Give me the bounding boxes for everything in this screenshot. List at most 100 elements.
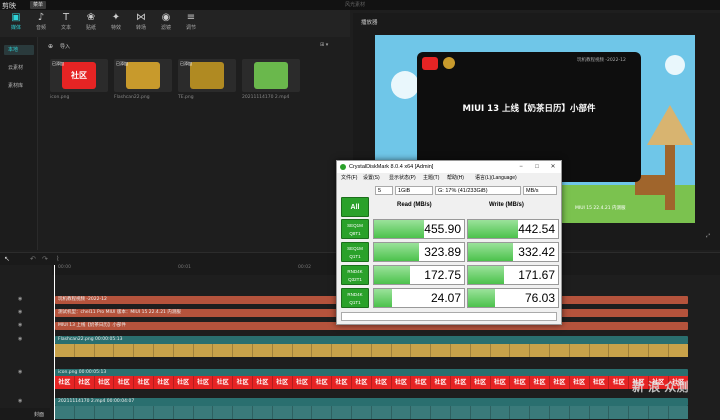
thumbnail-image: 社区 — [62, 62, 96, 89]
sort-icon[interactable]: ⊞ ▾ — [320, 42, 328, 48]
track-eye-icon[interactable]: ◉ — [18, 336, 22, 342]
test-queue: Q8T1 — [349, 231, 361, 236]
tool-2[interactable]: T 文本 — [54, 12, 78, 36]
strip-frame: 社区 — [570, 376, 590, 389]
strip-frame — [75, 344, 95, 357]
tool-4[interactable]: ✦ 特效 — [104, 12, 128, 36]
test-button[interactable]: SEQ1M Q1T1 — [341, 242, 369, 262]
clip-strip[interactable] — [55, 406, 688, 419]
comment-field[interactable] — [341, 312, 557, 321]
cover-area[interactable]: 封面 — [0, 408, 50, 420]
tool-icon: ◉ — [161, 12, 171, 23]
media-name: TE.png — [178, 95, 194, 100]
strip-frame — [95, 344, 115, 357]
maximize-button[interactable]: □ — [529, 161, 545, 173]
track-eye-icon[interactable]: ◉ — [18, 398, 22, 404]
import-icon[interactable]: ⊕ — [48, 43, 53, 50]
test-name: RND4K — [347, 292, 363, 297]
strip-frame: 社区 — [134, 376, 154, 389]
tool-icon: ▣ — [11, 12, 21, 23]
strip-frame — [194, 344, 214, 357]
sidebar-item[interactable]: 本地 — [4, 45, 34, 55]
media-thumbnail[interactable]: 社区 已添加 — [50, 59, 108, 92]
menu-file[interactable]: 文件(F) — [341, 173, 357, 183]
split-icon[interactable]: ⌇ — [56, 255, 59, 263]
strip-frame — [550, 406, 570, 419]
strip-frame — [293, 406, 313, 419]
strip-frame — [530, 344, 550, 357]
strip-frame: 社区 — [154, 376, 174, 389]
strip-frame: 社区 — [431, 376, 451, 389]
strip-frame — [411, 406, 432, 419]
strip-frame — [471, 344, 491, 357]
test-queue: Q1T1 — [349, 300, 361, 305]
all-button[interactable]: All — [341, 197, 369, 217]
drive-select[interactable]: G: 17% (41/233GiB) — [435, 186, 521, 195]
timeline-clip[interactable]: Flashcan22.png 00:00:05:13 — [55, 336, 688, 344]
strip-frame — [352, 344, 372, 357]
test-button[interactable]: SEQ1M Q8T1 — [341, 219, 369, 239]
sidebar-item[interactable]: 云素材 — [4, 63, 34, 73]
menu-settings[interactable]: 设置(S) — [363, 173, 380, 183]
strip-frame — [114, 344, 135, 357]
size-select[interactable]: 1GiB — [395, 186, 433, 195]
menu-theme[interactable]: 主题(T) — [423, 173, 439, 183]
redo-icon[interactable]: ↷ — [42, 255, 48, 263]
strip-frame — [312, 406, 333, 419]
track-eye-icon[interactable]: ◉ — [18, 309, 22, 315]
strip-frame: 社区 — [392, 376, 412, 389]
strip-frame — [253, 344, 273, 357]
track-eye-icon[interactable]: ◉ — [18, 322, 22, 328]
strip-frame: 社区 — [95, 376, 115, 389]
clip-strip[interactable] — [55, 344, 688, 357]
count-select[interactable]: 5 — [375, 186, 393, 195]
minimize-button[interactable]: − — [513, 161, 529, 173]
tool-1[interactable]: ♪ 音频 — [29, 12, 53, 36]
tool-5[interactable]: ⋈ 转场 — [129, 12, 153, 36]
strip-frame — [510, 344, 531, 357]
test-button[interactable]: RND4K Q1T1 — [341, 288, 369, 308]
timeline-clip[interactable]: 20211114170 2.mp4 00:00:04:07 — [55, 398, 688, 406]
test-button[interactable]: RND4K Q32T1 — [341, 265, 369, 285]
close-button[interactable]: ✕ — [545, 161, 561, 173]
test-name: SEQ1M — [347, 223, 363, 228]
tool-7[interactable]: ≡ 调节 — [179, 12, 203, 36]
write-result: 171.67 — [467, 265, 559, 285]
menu-button[interactable]: 菜单 — [30, 1, 46, 9]
watermark: 新 浪 众测 — [632, 380, 689, 394]
track-eye-icon[interactable]: ◉ — [18, 296, 22, 302]
tool-label: 滤镜 — [160, 25, 171, 31]
tool-6[interactable]: ◉ 滤镜 — [154, 12, 178, 36]
media-thumbnail[interactable] — [242, 59, 300, 92]
player-title: 播放器 — [361, 20, 378, 26]
write-value: 332.42 — [518, 245, 555, 259]
tool-label: 转场 — [135, 25, 146, 31]
strip-frame — [431, 344, 451, 357]
strip-frame — [510, 406, 531, 419]
clip-strip[interactable]: 社区 社区 社区 社区 社区 社区 社区 社区 社区 社区 社区 社区 社区 社区 社区 社区 社区 社区 社区 社区… — [55, 376, 688, 389]
strip-frame — [213, 344, 234, 357]
version-caption: MIUI 15 22.4.21 内测服 — [575, 206, 626, 211]
strip-frame — [312, 344, 333, 357]
sidebar-item[interactable]: 素材库 — [4, 81, 34, 91]
media-thumbnail[interactable]: 已添加 — [114, 59, 172, 92]
cursor-icon[interactable]: ↖ — [4, 255, 10, 263]
import-label[interactable]: 导入 — [60, 43, 70, 50]
strip-frame: 社区 — [609, 376, 630, 389]
fullscreen-icon[interactable]: ⤢ — [706, 233, 710, 239]
undo-icon[interactable]: ↶ — [30, 255, 36, 263]
strip-frame — [332, 344, 352, 357]
strip-frame: 社区 — [352, 376, 372, 389]
media-thumbnail[interactable]: 已添加 — [178, 59, 236, 92]
strip-frame — [273, 406, 293, 419]
track-eye-icon[interactable]: ◉ — [18, 369, 22, 375]
unit-select[interactable]: MB/s — [523, 186, 557, 195]
strip-frame — [431, 406, 451, 419]
menu-language[interactable]: 语言(L)(Language) — [475, 173, 517, 183]
strip-frame: 社区 — [273, 376, 293, 389]
tool-0[interactable]: ▣ 媒体 — [4, 12, 28, 36]
menu-display[interactable]: 显示状态(P) — [389, 173, 416, 183]
tool-3[interactable]: ❀ 贴纸 — [79, 12, 103, 36]
menu-help[interactable]: 帮助(H) — [447, 173, 464, 183]
strip-frame: 社区 — [372, 376, 392, 389]
